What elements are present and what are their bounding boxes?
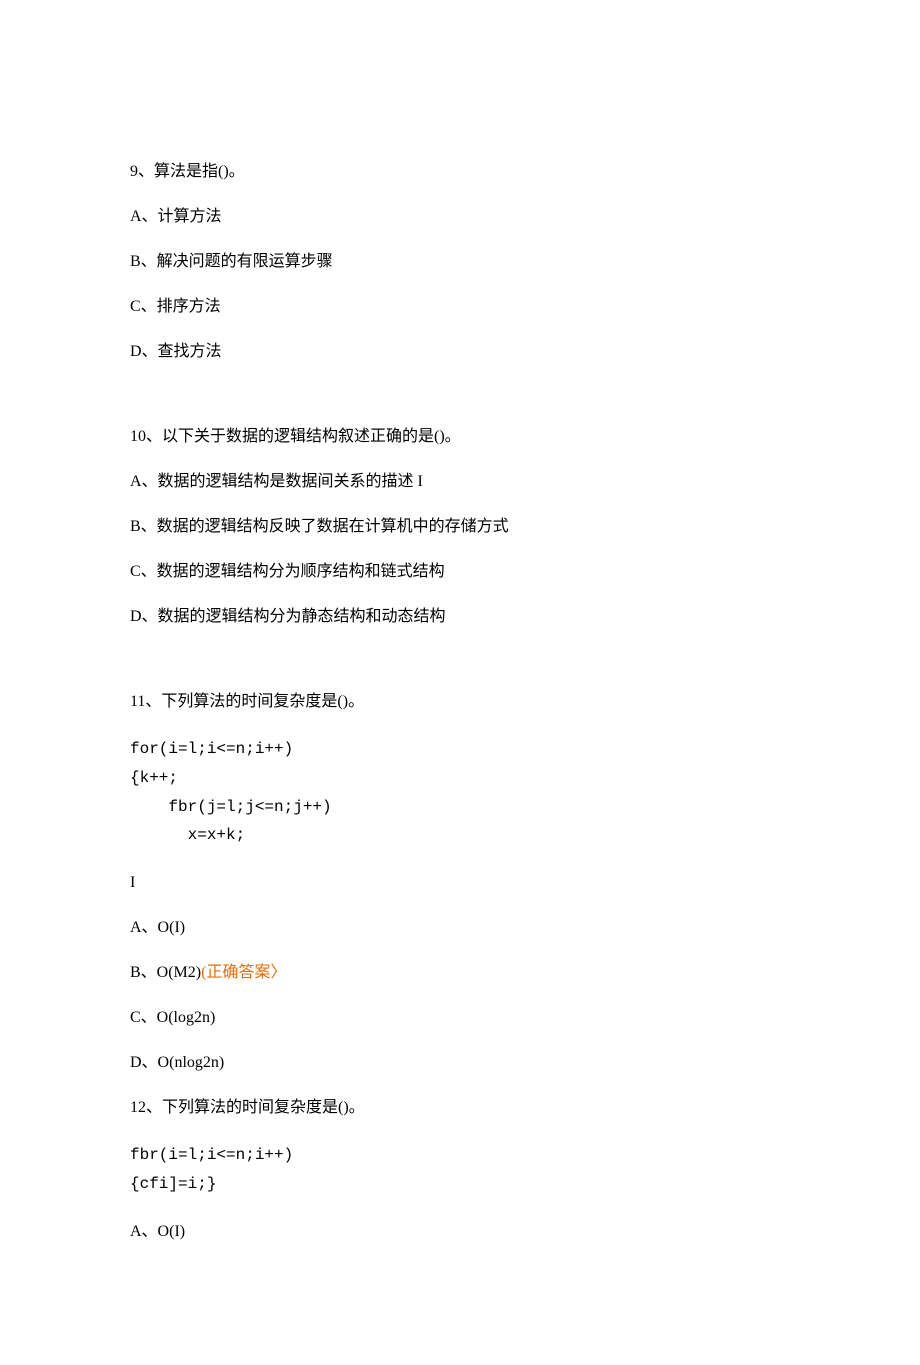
q9-option-c: C、排序方法	[130, 295, 790, 319]
q11-stem: 11、下列算法的时间复杂度是()。	[130, 690, 790, 714]
q10-option-c: C、数据的逻辑结构分为顺序结构和链式结构	[130, 560, 790, 584]
gap	[130, 385, 790, 425]
q10-option-d: D、数据的逻辑结构分为静态结构和动态结构	[130, 605, 790, 629]
q11-code: for(i=l;i<=n;i++) {k++; fbr(j=l;j<=n;j++…	[130, 735, 790, 850]
q12-option-a: A、O(I)	[130, 1220, 790, 1244]
q9-option-a: A、计算方法	[130, 205, 790, 229]
q11-option-b-text: B、O(M2)	[130, 964, 201, 981]
q9-option-d: D、查找方法	[130, 340, 790, 364]
q12-stem: 12、下列算法的时间复杂度是()。	[130, 1096, 790, 1120]
document-page: 9、算法是指()。 A、计算方法 B、解决问题的有限运算步骤 C、排序方法 D、…	[0, 0, 920, 1365]
q10-option-a: A、数据的逻辑结构是数据间关系的描述 I	[130, 470, 790, 494]
q11-option-d: D、O(nlog2n)	[130, 1051, 790, 1075]
q10-stem: 10、以下关于数据的逻辑结构叙述正确的是()。	[130, 425, 790, 449]
q11-option-b: B、O(M2)(正确答案〉	[130, 961, 790, 985]
q10-option-b: B、数据的逻辑结构反映了数据在计算机中的存储方式	[130, 515, 790, 539]
q11-post-code: I	[130, 871, 790, 895]
gap	[130, 650, 790, 690]
q9-option-b: B、解决问题的有限运算步骤	[130, 250, 790, 274]
q11-option-a: A、O(I)	[130, 916, 790, 940]
q11-option-c: C、O(log2n)	[130, 1006, 790, 1030]
correct-answer-tag: (正确答案〉	[201, 964, 286, 981]
q9-stem: 9、算法是指()。	[130, 160, 790, 184]
q12-code: fbr(i=l;i<=n;i++) {cfi]=i;}	[130, 1141, 790, 1199]
